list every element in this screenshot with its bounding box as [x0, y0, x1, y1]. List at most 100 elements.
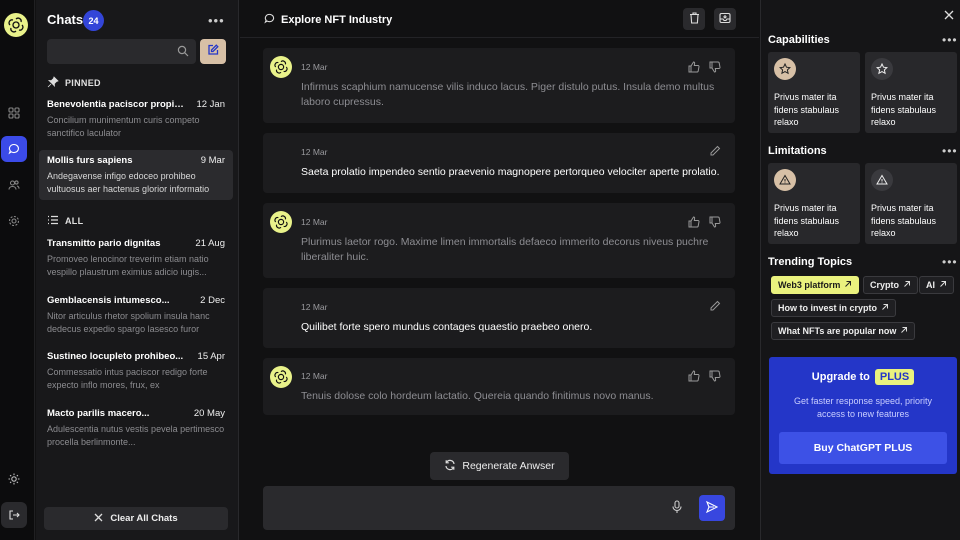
nav-rail	[0, 0, 35, 540]
chat-main: Explore NFT Industry 12 Mar Infirmus sca…	[240, 0, 759, 540]
chat-preview: Concilium munimentum curis competo sanct…	[47, 115, 200, 138]
chat-preview: Andegavense infigo edoceo prohibeo vultu…	[47, 171, 210, 194]
chat-date: 2 Dec	[200, 295, 225, 306]
chat-date: 12 Jan	[196, 99, 225, 110]
chat-header: Explore NFT Industry	[240, 0, 759, 38]
microphone-icon[interactable]	[671, 500, 683, 517]
limitation-text: Privus mater ita fidens stabulaus relaxo	[774, 203, 840, 238]
assistant-avatar-icon	[270, 211, 292, 233]
thumbs-down-icon[interactable]	[709, 216, 721, 231]
edit-pencil-icon[interactable]	[709, 145, 721, 160]
chat-item[interactable]: Benevolentia paciscor propinquus 12 Jan C…	[39, 93, 233, 145]
chat-preview: Adulescentia nutus vestis pevela pertime…	[47, 424, 225, 447]
message-composer	[263, 486, 735, 530]
pin-icon	[47, 76, 59, 90]
thumbs-up-icon[interactable]	[688, 370, 700, 385]
more-options-icon[interactable]: •••	[942, 33, 958, 47]
plus-badge: PLUS	[874, 369, 915, 385]
chat-sidebar: Chats 24 ••• PINNED Benevolentia pacisco…	[36, 0, 239, 540]
chat-title: Transmitto pario dignitas	[47, 238, 161, 249]
nav-explore-icon[interactable]	[1, 100, 27, 126]
more-options-icon[interactable]: •••	[208, 13, 225, 28]
chat-date: 20 May	[193, 408, 225, 419]
search-icon[interactable]	[177, 45, 189, 60]
thumbs-up-icon[interactable]	[688, 216, 700, 231]
warning-icon	[871, 169, 893, 191]
list-icon	[47, 215, 59, 227]
new-chat-button[interactable]	[200, 39, 226, 64]
limitation-card: Privus mater ita fidens stabulaus relaxo	[768, 163, 860, 244]
thumbs-down-icon[interactable]	[709, 370, 721, 385]
message-date: 12 Mar	[301, 302, 328, 312]
nav-settings-icon[interactable]	[1, 208, 27, 234]
edit-icon	[207, 44, 219, 59]
message-text: Saeta prolatio impendeo sentio praevenio…	[301, 166, 720, 178]
chat-title: Gemblacensis intumesco...	[47, 295, 170, 306]
close-panel-icon[interactable]	[944, 10, 954, 23]
chat-item[interactable]: Transmitto pario dignitas 21 Aug Promoveo…	[39, 233, 233, 283]
sidebar-title: Chats	[47, 12, 84, 27]
archive-chat-button[interactable]	[714, 8, 736, 30]
clear-all-chats-button[interactable]: Clear All Chats	[44, 507, 228, 530]
nav-users-icon[interactable]	[1, 172, 27, 198]
chat-preview: Commessatio intus paciscor redigo forte …	[47, 367, 208, 390]
send-button[interactable]	[699, 495, 725, 521]
topic-tag[interactable]: AI	[919, 276, 954, 294]
arrow-up-right-icon	[903, 280, 911, 290]
chat-title: Sustineo locupleto prohibeo...	[47, 351, 184, 362]
send-icon	[705, 500, 719, 516]
message-date: 12 Mar	[301, 371, 328, 381]
user-message: 12 Mar Saeta prolatio impendeo sentio pr…	[263, 133, 735, 193]
search-input[interactable]	[47, 39, 167, 64]
arrow-up-right-icon	[900, 326, 908, 336]
star-icon	[871, 58, 893, 80]
more-options-icon[interactable]: •••	[942, 144, 958, 158]
trending-topics-title: Trending Topics	[768, 256, 853, 268]
pinned-section-label: PINNED	[47, 76, 101, 90]
chat-date: 15 Apr	[197, 351, 225, 362]
arrow-up-right-icon	[844, 280, 852, 290]
chat-title: Macto parilis macero...	[47, 408, 150, 419]
topic-tag[interactable]: Crypto	[863, 276, 918, 294]
trash-icon	[689, 11, 700, 27]
logout-icon[interactable]	[1, 502, 27, 528]
star-icon	[774, 58, 796, 80]
chat-item[interactable]: Sustineo locupleto prohibeo... 15 Apr Com…	[39, 346, 233, 396]
message-date: 12 Mar	[301, 62, 328, 72]
assistant-avatar-icon	[270, 366, 292, 388]
chat-item-selected[interactable]: Mollis furs sapiens 9 Mar Andegavense inf…	[39, 150, 233, 200]
chat-preview: Promoveo lenocinor treverim etiam natio …	[47, 254, 209, 277]
info-panel: Capabilities ••• Privus mater ita fidens…	[760, 0, 960, 540]
limitation-text: Privus mater ita fidens stabulaus relaxo	[871, 203, 937, 238]
openai-logo-icon[interactable]	[4, 13, 28, 37]
more-options-icon[interactable]: •••	[942, 255, 958, 269]
topic-tag[interactable]: Web3 platform	[771, 276, 860, 294]
assistant-message: 12 Mar Infirmus scaphium namucense vilis…	[263, 48, 735, 123]
arrow-up-right-icon	[881, 303, 889, 313]
user-message: 12 Mar Quilibet forte spero mundus conta…	[263, 288, 735, 348]
delete-chat-button[interactable]	[683, 8, 705, 30]
message-input[interactable]	[273, 498, 653, 518]
limitations-title: Limitations	[768, 145, 827, 157]
chat-item[interactable]: Gemblacensis intumesco... 2 Dec Nitor art…	[39, 290, 233, 340]
message-date: 12 Mar	[301, 147, 328, 157]
assistant-message: 12 Mar Tenuis dolose colo hordeum lactat…	[263, 358, 735, 415]
nav-chats-icon[interactable]	[1, 136, 27, 162]
topic-tag[interactable]: What NFTs are popular now	[771, 322, 916, 340]
inbox-download-icon	[719, 12, 731, 27]
regenerate-button[interactable]: Regenerate Anwser	[430, 452, 569, 480]
chat-item[interactable]: Macto parilis macero... 20 May Adulescent…	[39, 403, 233, 453]
thumbs-up-icon[interactable]	[688, 61, 700, 76]
capabilities-title: Capabilities	[768, 34, 830, 46]
chat-preview: Nitor articulus rhetor spolium insula ha…	[47, 311, 210, 334]
limitation-card: Privus mater ita fidens stabulaus relaxo	[865, 163, 957, 244]
topic-tag[interactable]: How to invest in crypto	[771, 299, 897, 317]
edit-pencil-icon[interactable]	[709, 300, 721, 315]
message-date: 12 Mar	[301, 217, 328, 227]
chat-title: Benevolentia paciscor propinquus	[47, 99, 187, 110]
assistant-avatar-icon	[270, 56, 292, 78]
close-icon	[94, 513, 103, 525]
buy-plus-button[interactable]: Buy ChatGPT PLUS	[779, 432, 947, 464]
thumbs-down-icon[interactable]	[709, 61, 721, 76]
theme-sun-icon[interactable]	[1, 466, 27, 492]
